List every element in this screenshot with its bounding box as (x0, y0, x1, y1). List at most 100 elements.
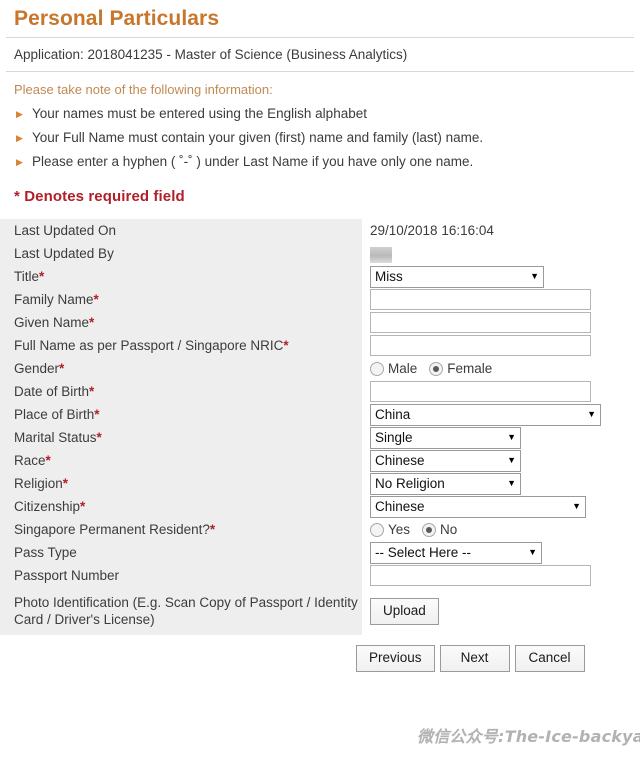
required-marker: * (62, 476, 69, 491)
gender-radio-female[interactable] (429, 361, 444, 376)
label-text: Singapore Permanent Resident? (14, 522, 210, 537)
personal-particulars-form: Last Updated On 29/10/2018 16:16:04 Last… (0, 219, 640, 635)
gender-radio-male[interactable] (370, 361, 384, 376)
title-select-value: Miss (375, 269, 403, 284)
singapore-pr-radio-no[interactable] (422, 522, 437, 537)
note-item: ▶ Your Full Name must contain your given… (14, 126, 640, 150)
form-row-full-name: Full Name as per Passport / Singapore NR… (0, 334, 640, 357)
form-row-pass-type: Pass Type -- Select Here -- ▼ (0, 541, 640, 564)
label-text: Last Updated On (14, 223, 117, 238)
personal-particulars-page: Personal Particulars Application: 201804… (0, 0, 640, 766)
field-citizenship: Chinese ▼ (362, 495, 640, 518)
watermark-text: 微信公众号:The-Ice-backyard (417, 727, 640, 746)
label-gender: Gender* (0, 357, 362, 380)
label-race: Race* (0, 449, 362, 472)
field-given-name (362, 311, 640, 334)
label-last-updated-by: Last Updated By (0, 242, 362, 265)
place-of-birth-select[interactable]: China ▼ (370, 403, 601, 426)
bullet-triangle-icon: ▶ (16, 133, 23, 143)
form-row-race: Race* Chinese ▼ (0, 449, 640, 472)
required-marker: * (89, 384, 95, 399)
form-row-date-of-birth: Date of Birth* (0, 380, 640, 403)
note-text: Your names must be entered using the Eng… (32, 106, 367, 121)
family-name-input[interactable] (370, 289, 591, 310)
field-last-updated-on: 29/10/2018 16:16:04 (362, 219, 640, 242)
religion-select[interactable]: No Religion ▼ (370, 472, 521, 495)
gender-option-male-label: Male (388, 361, 418, 376)
note-text: Please enter a hyphen ( ˚-˚ ) under Last… (32, 154, 474, 169)
label-religion: Religion* (0, 472, 362, 495)
full-name-input[interactable] (370, 335, 591, 356)
date-of-birth-input[interactable] (370, 381, 591, 402)
form-row-passport-number: Passport Number (0, 564, 640, 587)
label-full-name: Full Name as per Passport / Singapore NR… (0, 334, 362, 357)
singapore-pr-option-yes-label: Yes (388, 522, 411, 537)
form-row-last-updated-by: Last Updated By (0, 242, 640, 265)
cancel-button[interactable]: Cancel (514, 645, 585, 672)
label-text: Given Name (14, 315, 90, 330)
label-text: Full Name as per Passport / Singapore NR… (14, 338, 284, 353)
form-action-buttons: Previous Next Cancel (348, 635, 640, 672)
label-text: Citizenship (14, 499, 81, 514)
label-text: Pass Type (14, 545, 77, 560)
singapore-pr-radio-group: Yes No (370, 520, 640, 539)
label-text: Family Name (14, 292, 94, 307)
label-date-of-birth: Date of Birth* (0, 380, 362, 403)
singapore-pr-radio-yes[interactable] (370, 522, 384, 537)
form-row-marital-status: Marital Status* Single ▼ (0, 426, 640, 449)
next-button[interactable]: Next (439, 645, 510, 672)
label-text: Place of Birth (14, 407, 95, 422)
page-title: Personal Particulars (14, 7, 220, 30)
gender-radio-group: Male Female (370, 359, 640, 378)
required-marker: * (94, 407, 100, 422)
place-of-birth-select-value: China (375, 407, 411, 422)
previous-button[interactable]: Previous (356, 645, 435, 672)
field-gender: Male Female (362, 357, 640, 380)
label-singapore-pr: Singapore Permanent Resident?* (0, 518, 362, 541)
form-row-family-name: Family Name* (0, 288, 640, 311)
label-text: Last Updated By (14, 246, 114, 261)
label-photo-identification: Photo Identification (E.g. Scan Copy of … (0, 587, 362, 635)
notes-intro: Please take note of the following inform… (14, 82, 273, 97)
label-place-of-birth: Place of Birth* (0, 403, 362, 426)
race-select[interactable]: Chinese ▼ (370, 449, 521, 472)
field-full-name (362, 334, 640, 357)
form-row-place-of-birth: Place of Birth* China ▼ (0, 403, 640, 426)
label-passport-number: Passport Number (0, 564, 362, 587)
field-family-name (362, 288, 640, 311)
form-row-religion: Religion* No Religion ▼ (0, 472, 640, 495)
field-singapore-pr: Yes No (362, 518, 640, 541)
given-name-input[interactable] (370, 312, 591, 333)
label-text: Marital Status (14, 430, 97, 445)
label-text: Race (14, 453, 46, 468)
required-marker: * (39, 269, 45, 284)
form-row-photo-identification: Photo Identification (E.g. Scan Copy of … (0, 587, 640, 635)
passport-number-input[interactable] (370, 565, 591, 586)
label-marital-status: Marital Status* (0, 426, 362, 449)
title-select[interactable]: Miss ▼ (370, 265, 544, 288)
required-marker: * (96, 430, 102, 445)
race-select-value: Chinese (375, 453, 425, 468)
form-table: Last Updated On 29/10/2018 16:16:04 Last… (0, 219, 640, 635)
field-place-of-birth: China ▼ (362, 403, 640, 426)
citizenship-select-value: Chinese (375, 499, 425, 514)
label-given-name: Given Name* (0, 311, 362, 334)
form-row-gender: Gender* Male Female (0, 357, 640, 380)
form-row-given-name: Given Name* (0, 311, 640, 334)
field-last-updated-by (362, 242, 640, 265)
pass-type-select[interactable]: -- Select Here -- ▼ (370, 541, 542, 564)
required-marker: * (89, 315, 95, 330)
label-family-name: Family Name* (0, 288, 362, 311)
marital-status-select[interactable]: Single ▼ (370, 426, 521, 449)
field-photo-identification: Upload (362, 587, 640, 635)
gender-option-female-label: Female (447, 361, 493, 376)
field-race: Chinese ▼ (362, 449, 640, 472)
chevron-down-icon: ▼ (530, 271, 539, 281)
field-marital-status: Single ▼ (362, 426, 640, 449)
citizenship-select[interactable]: Chinese ▼ (370, 495, 586, 518)
note-item: ▶ Your names must be entered using the E… (14, 102, 640, 126)
upload-button[interactable]: Upload (370, 597, 439, 625)
label-title: Title* (0, 265, 362, 288)
field-religion: No Religion ▼ (362, 472, 640, 495)
label-text: Passport Number (14, 568, 120, 583)
